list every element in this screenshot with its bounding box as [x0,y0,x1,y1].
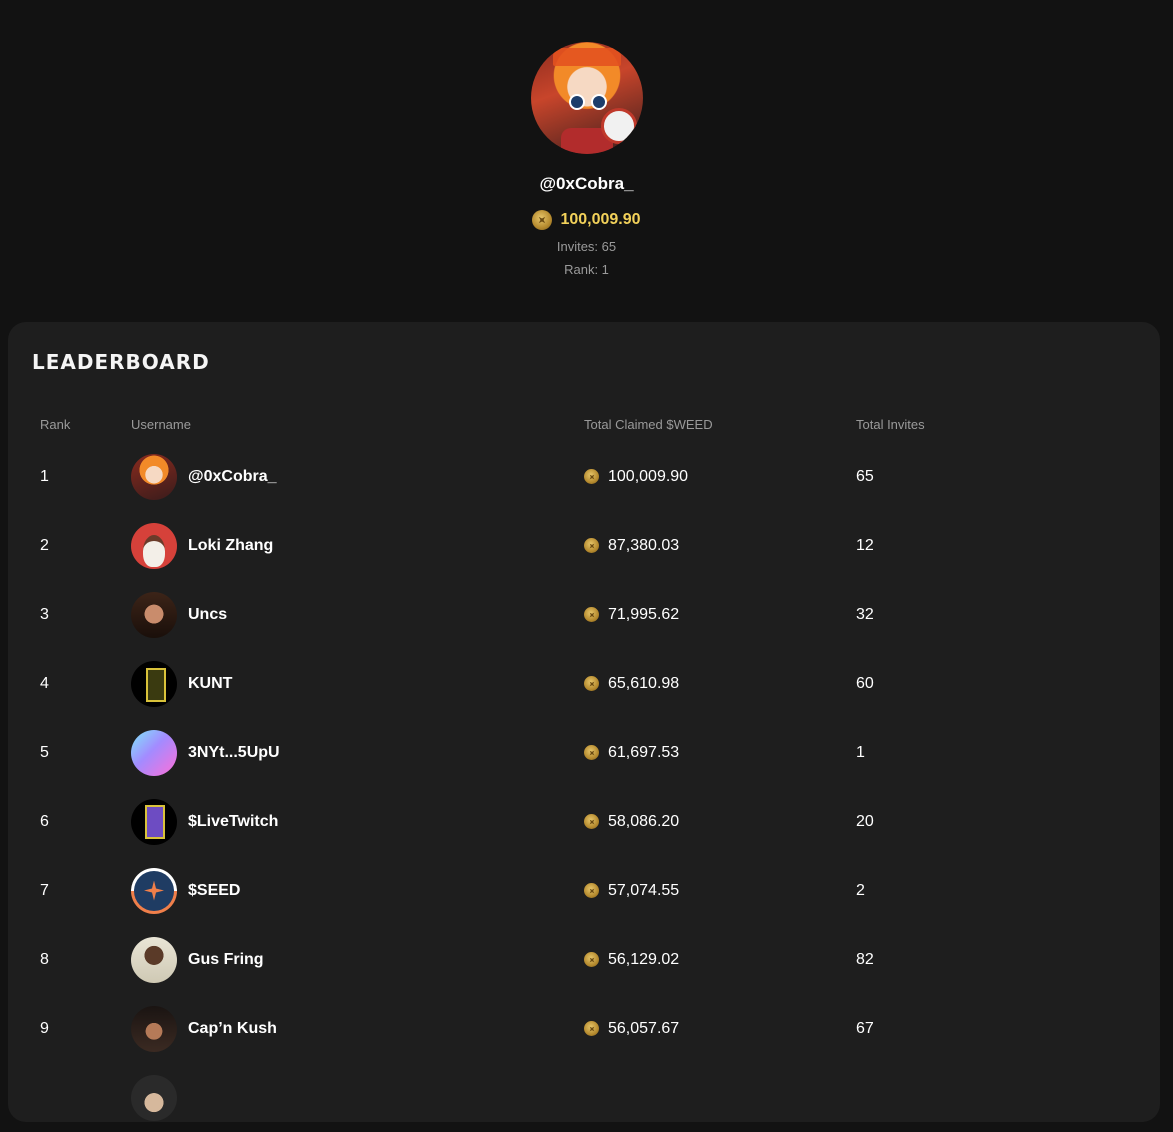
profile-rank: Rank: 1 [564,262,609,277]
row-claimed: 71,995.62 [584,580,679,649]
weed-coin-icon [584,952,599,967]
table-row[interactable]: 4 KUNT 65,610.98 60 [8,649,1160,718]
avatar [131,867,177,914]
avatar [131,936,177,983]
avatar [131,522,177,569]
profile-balance: 100,009.90 [532,210,641,230]
row-claimed: 57,074.55 [584,856,679,925]
row-claimed: 56,057.67 [584,994,679,1063]
row-invites: 65 [856,467,874,485]
row-rank: 1 [40,467,49,485]
row-claimed: 56,129.02 [584,925,679,994]
leaderboard-panel: LEADERBOARD Rank Username Total Claimed … [8,322,1160,1122]
weed-coin-icon [584,469,599,484]
avatar [131,660,177,707]
table-row[interactable]: 2 Loki Zhang 87,380.03 12 [8,511,1160,580]
avatar [131,729,177,776]
weed-coin-icon [584,814,599,829]
row-username: Gus Fring [188,950,264,968]
table-row[interactable]: 5 3NYt...5UpU 61,697.53 1 [8,718,1160,787]
row-user: @0xCobra_ [131,442,277,511]
row-user: KUNT [131,649,232,718]
row-rank: 5 [40,743,49,761]
header-total-claimed: Total Claimed $WEED [584,417,713,432]
leaderboard-title: LEADERBOARD [32,350,210,374]
avatar [131,453,177,500]
table-row[interactable]: 1 @0xCobra_ 100,009.90 65 [8,442,1160,511]
avatar [131,591,177,638]
leaderboard-rows: 1 @0xCobra_ 100,009.90 65 2 Loki Zhang 8… [8,442,1160,1132]
row-invites: 60 [856,674,874,692]
row-claimed: 100,009.90 [584,442,688,511]
row-claimed-amount: 100,009.90 [608,467,689,485]
row-invites: 32 [856,605,874,623]
row-claimed-amount: 56,057.67 [608,1019,680,1037]
profile-username: @0xCobra_ [539,174,634,193]
header-rank: Rank [40,417,71,432]
row-claimed: 61,697.53 [584,718,679,787]
row-invites: 2 [856,881,865,899]
row-username: $SEED [188,881,241,899]
row-username: Uncs [188,605,228,623]
avatar [131,1074,177,1121]
row-invites: 67 [856,1019,874,1037]
weed-coin-icon [584,883,599,898]
weed-coin-icon [584,676,599,691]
profile-invites: Invites: 65 [556,239,617,254]
table-row[interactable]: 8 Gus Fring 56,129.02 82 [8,925,1160,994]
row-user: 3NYt...5UpU [131,718,280,787]
row-username: Loki Zhang [188,536,274,554]
row-rank: 2 [40,536,49,554]
row-username: Cap’n Kush [188,1019,277,1037]
row-claimed-amount: 56,129.02 [608,950,680,968]
row-rank: 3 [40,605,49,623]
row-claimed: 65,610.98 [584,649,679,718]
row-rank: 7 [40,881,49,899]
weed-coin-icon [584,745,599,760]
profile-avatar [530,42,643,154]
row-claimed: 58,086.20 [584,787,679,856]
table-row[interactable]: 7 $SEED 57,074.55 2 [8,856,1160,925]
row-claimed-amount: 61,697.53 [608,743,680,761]
row-invites: 82 [856,950,874,968]
row-user: $SEED [131,856,240,925]
row-invites: 1 [856,743,865,761]
row-username: 3NYt...5UpU [188,743,280,761]
row-user: Cap’n Kush [131,994,277,1063]
row-claimed: 87,380.03 [584,511,679,580]
table-row[interactable] [8,1063,1160,1132]
row-username: KUNT [188,674,233,692]
weed-coin-icon [584,607,599,622]
row-rank: 4 [40,674,49,692]
row-username: $LiveTwitch [188,812,279,830]
weed-coin-icon [584,1021,599,1036]
row-username: @0xCobra_ [188,467,277,485]
row-claimed-amount: 58,086.20 [608,812,680,830]
row-claimed-amount: 57,074.55 [608,881,680,899]
row-rank: 9 [40,1019,49,1037]
weed-coin-icon [532,210,553,230]
profile-header: @0xCobra_ 100,009.90 Invites: 65 Rank: 1 [0,0,1173,277]
row-invites: 12 [856,536,874,554]
row-claimed-amount: 65,610.98 [608,674,680,692]
row-user: Loki Zhang [131,511,273,580]
row-invites: 20 [856,812,874,830]
row-rank: 8 [40,950,49,968]
row-user [131,1063,177,1132]
row-claimed-amount: 87,380.03 [608,536,680,554]
table-row[interactable]: 6 $LiveTwitch 58,086.20 20 [8,787,1160,856]
weed-coin-icon [584,538,599,553]
row-user: Uncs [131,580,227,649]
table-row[interactable]: 3 Uncs 71,995.62 32 [8,580,1160,649]
row-claimed-amount: 71,995.62 [608,605,680,623]
header-username: Username [131,417,191,432]
avatar [131,798,177,845]
header-total-invites: Total Invites [856,417,925,432]
table-row[interactable]: 9 Cap’n Kush 56,057.67 67 [8,994,1160,1063]
avatar [131,1005,177,1052]
row-user: $LiveTwitch [131,787,278,856]
row-user: Gus Fring [131,925,264,994]
profile-balance-amount: 100,009.90 [560,211,641,228]
row-rank: 6 [40,812,49,830]
